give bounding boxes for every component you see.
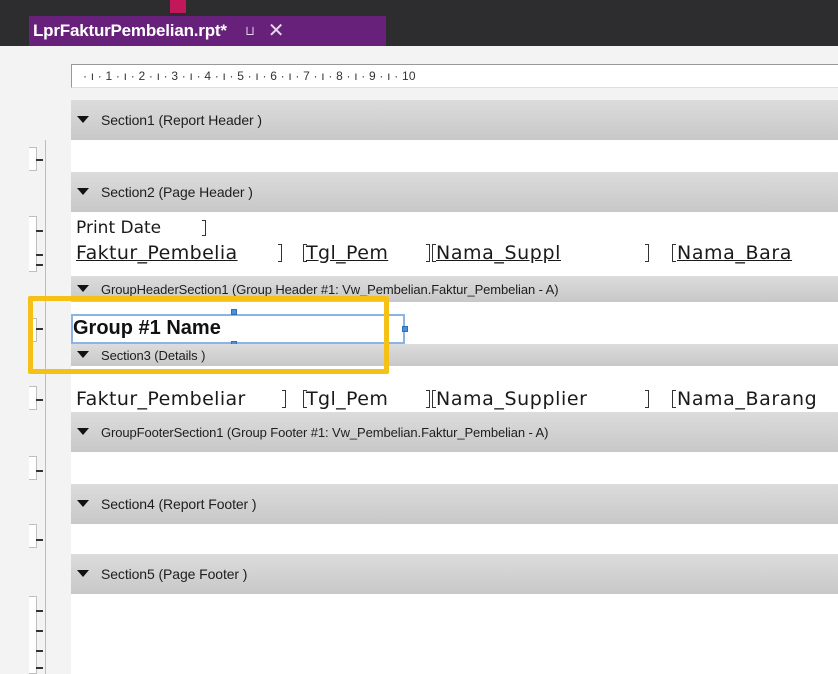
field-bracket [645, 244, 649, 262]
horizontal-ruler: · ı · 1 · ı · 2 · ı · 3 · ı · 4 · ı · 5 … [71, 64, 838, 88]
ruler-tick [36, 399, 43, 401]
field-bracket [303, 244, 307, 262]
field-bracket [432, 244, 436, 262]
field-bracket [202, 220, 206, 236]
field-bracket [282, 390, 286, 408]
collapse-triangle-icon[interactable] [77, 428, 89, 435]
field-bracket [426, 390, 430, 408]
collapse-triangle-icon[interactable] [77, 500, 89, 507]
document-tab[interactable]: LprFakturPembelian.rpt* ⊐ ✕ [29, 16, 386, 46]
pin-icon[interactable]: ⊐ [242, 26, 258, 37]
collapse-triangle-icon[interactable] [77, 188, 89, 195]
accent-marker [170, 0, 186, 13]
field-barang-detail[interactable]: Nama_Barang [677, 388, 817, 410]
section-marker[interactable] [29, 456, 37, 480]
field-faktur-detail[interactable]: Faktur_Pembeliar [76, 388, 246, 410]
field-print-date[interactable]: Print Date [76, 218, 161, 238]
section-label: Section5 (Page Footer ) [101, 566, 248, 582]
section-band-report-footer[interactable]: Section4 (Report Footer ) [71, 484, 838, 524]
field-bracket [303, 390, 307, 408]
field-bracket [432, 390, 436, 408]
ruler-tick [36, 159, 43, 161]
resize-handle[interactable] [402, 326, 408, 332]
report-body: Section1 (Report Header ) Section2 (Page… [71, 100, 838, 674]
field-supplier-detail[interactable]: Nama_Supplier [436, 388, 588, 410]
section-label: Section4 (Report Footer ) [101, 496, 257, 512]
field-bracket [645, 390, 649, 408]
field-bracket [672, 244, 676, 262]
field-supplier-header[interactable]: Nama_Suppl [436, 242, 561, 264]
section-band-report-header[interactable]: Section1 (Report Header ) [71, 100, 838, 140]
collapse-triangle-icon[interactable] [77, 285, 89, 292]
section-label: Section1 (Report Header ) [101, 112, 262, 128]
ruler-tick [36, 610, 43, 612]
field-faktur-header[interactable]: Faktur_Pembelia [76, 242, 238, 264]
section-band-group-footer[interactable]: GroupFooterSection1 (Group Footer #1: Vw… [71, 412, 838, 452]
field-bracket [426, 244, 430, 262]
vertical-ruler-line [45, 140, 46, 674]
section-band-page-footer[interactable]: Section5 (Page Footer ) [71, 554, 838, 594]
ruler-scale: · ı · 1 · ı · 2 · ı · 3 · ı · 4 · ı · 5 … [83, 69, 416, 83]
section-label: Section2 (Page Header ) [101, 184, 253, 200]
ruler-tick [36, 539, 43, 541]
collapse-triangle-icon[interactable] [77, 570, 89, 577]
ruler-tick [36, 650, 43, 652]
ruler-tick [36, 264, 43, 266]
section-marker[interactable] [29, 386, 37, 410]
section-label: GroupFooterSection1 (Group Footer #1: Vw… [101, 424, 549, 440]
tab-title: LprFakturPembelian.rpt* [33, 21, 227, 40]
highlight-box [28, 296, 389, 374]
field-bracket [278, 244, 282, 262]
ruler-tick [36, 470, 43, 472]
section-marker[interactable] [29, 524, 37, 548]
field-barang-header[interactable]: Nama_Bara [677, 242, 792, 264]
ruler-tick [36, 254, 43, 256]
field-bracket [672, 390, 676, 408]
ruler-tick [36, 230, 43, 232]
collapse-triangle-icon[interactable] [77, 116, 89, 123]
ruler-tick [36, 667, 43, 669]
section-label: GroupHeaderSection1 (Group Header #1: Vw… [101, 281, 559, 297]
field-tgl-header[interactable]: Tgl_Pem [306, 242, 388, 264]
field-tgl-detail[interactable]: Tgl_Pem [306, 388, 388, 410]
section-band-page-header[interactable]: Section2 (Page Header ) [71, 172, 838, 212]
ruler-tick [36, 630, 43, 632]
section-marker[interactable] [29, 596, 37, 674]
close-icon[interactable]: ✕ [268, 21, 285, 41]
